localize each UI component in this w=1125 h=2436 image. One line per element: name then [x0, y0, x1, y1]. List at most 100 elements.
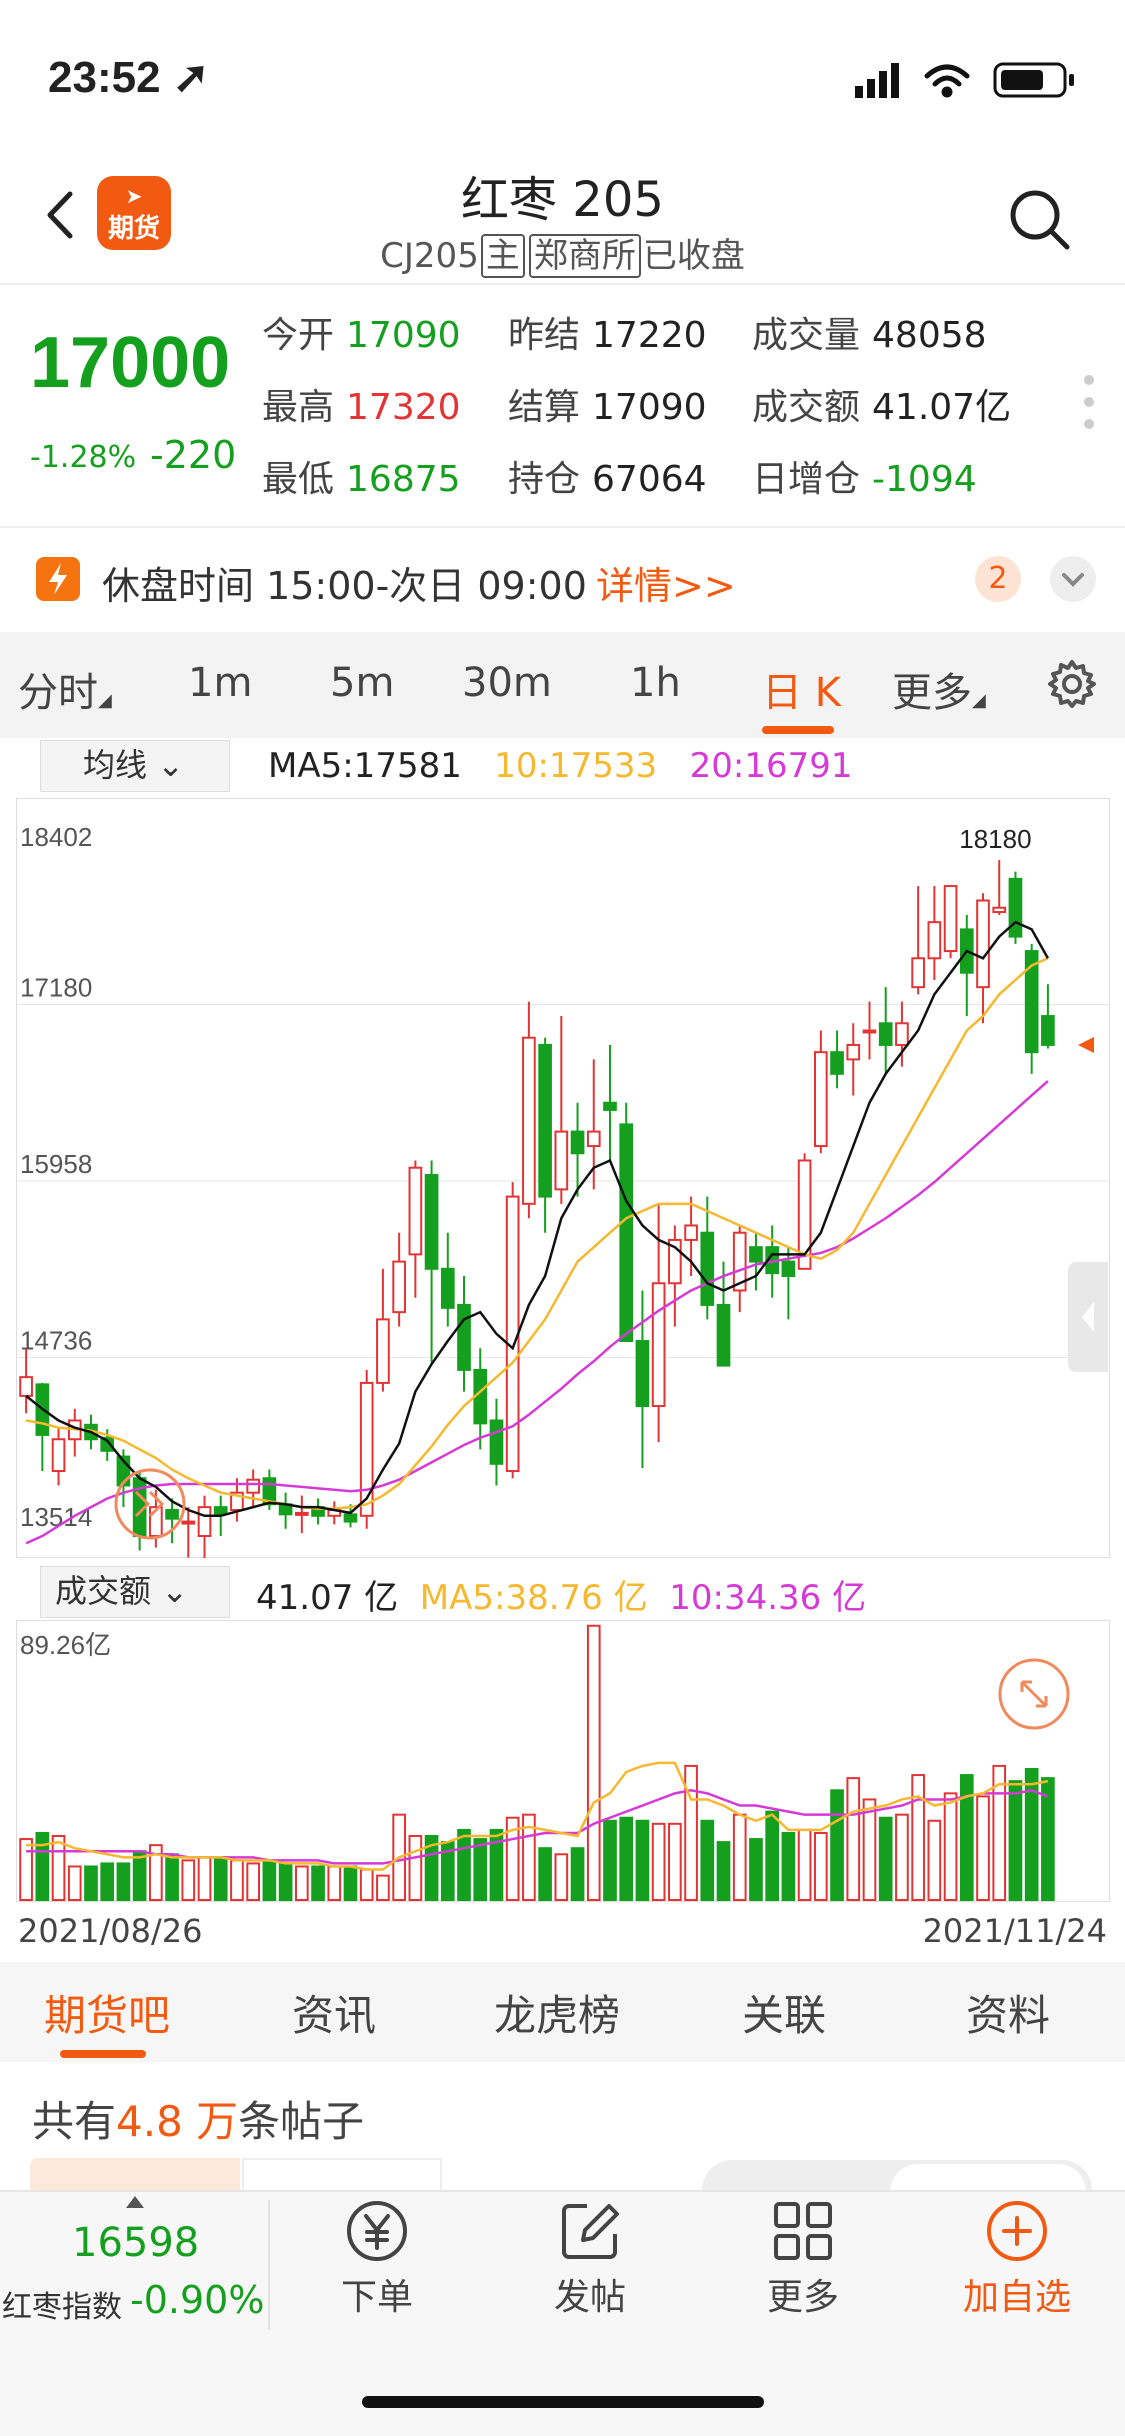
quote-field: 结算 17090 [508, 378, 707, 430]
tab-forum[interactable]: 期货吧 [44, 1982, 170, 2043]
quote-field-label: 结算 [508, 387, 581, 428]
candle-body [603, 1101, 617, 1111]
volume-bar [895, 1813, 909, 1901]
edit-icon [562, 2204, 619, 2259]
volume-bar [943, 1792, 958, 1901]
volume-bar [603, 1819, 617, 1901]
candle [392, 1232, 406, 1327]
quote-field-label: 持仓 [508, 459, 581, 500]
y-tick-label: 17180 [20, 973, 92, 1003]
new-post-button[interactable]: 发帖 [515, 2198, 665, 2320]
volume-ma5-line [26, 1761, 1049, 1871]
divider [0, 526, 1125, 528]
candle [668, 1225, 682, 1327]
status-time: 23:52 ➚ [48, 53, 210, 102]
tab-1m[interactable]: 1m [188, 660, 252, 706]
candle [19, 1348, 33, 1414]
place-order-button[interactable]: 下单 [302, 2198, 452, 2320]
candle-body [424, 1173, 439, 1270]
volume-bar [619, 1816, 634, 1902]
candle [67, 1408, 82, 1457]
index-change[interactable]: -0.90% [130, 2278, 264, 2322]
candle [603, 1044, 617, 1161]
add-to-watchlist-button[interactable]: 加自选 [942, 2198, 1092, 2320]
volume-bar [359, 1868, 374, 1901]
candle-body [976, 899, 990, 989]
candle [635, 1290, 650, 1469]
notice-count-badge[interactable]: 2 [975, 556, 1021, 602]
collapse-arrows-icon [998, 1658, 1070, 1730]
signal-icon [855, 63, 899, 98]
more-vertical-icon[interactable] [1083, 372, 1095, 432]
volume-bar [976, 1795, 990, 1901]
candle [992, 860, 1007, 915]
volume-bar [586, 1624, 601, 1901]
post-filter-row[interactable] [30, 2146, 1095, 2190]
volume-bar [408, 1835, 423, 1901]
candle [1041, 984, 1055, 1049]
tab-1h[interactable]: 1h [630, 660, 681, 706]
volume-bar [878, 1816, 893, 1902]
volume-bar [813, 1831, 828, 1902]
chart-end-date: 2021/11/24 [922, 1912, 1107, 1950]
side-panel-handle[interactable] [1068, 1262, 1108, 1372]
candle-body [165, 1509, 179, 1520]
candle-body [246, 1478, 261, 1494]
volume-bar [294, 1865, 309, 1902]
quote-field-value: 17090 [592, 387, 707, 428]
candle-body [359, 1381, 374, 1517]
candle-body [943, 885, 958, 953]
home-indicator [362, 2396, 764, 2408]
change-percent: -1.28% [30, 440, 137, 475]
candle [749, 1232, 763, 1291]
quote-field-label: 成交额 [752, 387, 861, 428]
y-tick-label: 18402 [20, 822, 92, 852]
quote-field-value: 48058 [872, 315, 987, 356]
quote-field-label: 成交量 [752, 315, 861, 356]
volume-bar [538, 1847, 552, 1901]
chevron-down-icon[interactable] [1050, 556, 1096, 602]
candle [538, 1037, 552, 1233]
index-name[interactable]: 红枣指数 [2, 2282, 122, 2326]
notice-details-link[interactable]: 详情>> [596, 555, 736, 610]
candle [862, 1001, 877, 1060]
tab-5m[interactable]: 5m [330, 660, 394, 706]
last-price: 17000 [30, 323, 231, 403]
tab-more[interactable]: 更多◢ [892, 660, 986, 718]
candle-body [538, 1043, 552, 1198]
quote-field: 成交额 41.07亿 [752, 378, 1011, 430]
candle [376, 1268, 390, 1392]
index-value[interactable]: 16598 [72, 2220, 199, 2266]
candle-body [343, 1513, 358, 1523]
candle-body [878, 1022, 893, 1046]
quote-field-label: 日增仓 [752, 459, 861, 500]
volume-bar [651, 1822, 666, 1901]
tab-related[interactable]: 关联 [742, 1982, 826, 2043]
tab-dragon-tiger[interactable]: 龙虎榜 [494, 1982, 620, 2043]
turnover-bar-chart[interactable]: 89.26亿 [16, 1620, 1110, 1902]
tab-news[interactable]: 资讯 [292, 1982, 376, 2043]
volume-bar [278, 1862, 293, 1901]
candle-body [489, 1419, 504, 1465]
tab-profile[interactable]: 资料 [966, 1982, 1050, 2043]
candle [489, 1398, 504, 1486]
more-button[interactable]: 更多 [728, 2198, 878, 2320]
tab-daily-k[interactable]: 日 K [762, 660, 841, 718]
volume-bar [67, 1865, 82, 1902]
volume-bar [668, 1822, 682, 1901]
volume-bar [959, 1774, 974, 1901]
gear-icon[interactable] [1046, 658, 1098, 710]
quote-field-value: -1094 [872, 459, 977, 500]
quote-field-label: 最低 [262, 459, 335, 500]
tab-30m[interactable]: 30m [462, 660, 552, 706]
candlestick-chart[interactable]: 18402171801595814736135141818013735 [16, 798, 1110, 1558]
ma5-line [25, 920, 1049, 1518]
ma-selector[interactable]: 均线 ⌄ [40, 740, 230, 792]
tab-intraday[interactable]: 分时◢ [18, 660, 112, 718]
volume-indicator-selector[interactable]: 成交额 ⌄ [40, 1566, 230, 1618]
candle [424, 1160, 439, 1363]
candle [943, 885, 958, 959]
search-icon[interactable] [1005, 185, 1075, 255]
candle [440, 1232, 455, 1327]
contract-subtitle: CJ205 主郑商所 已收盘 [380, 234, 745, 278]
